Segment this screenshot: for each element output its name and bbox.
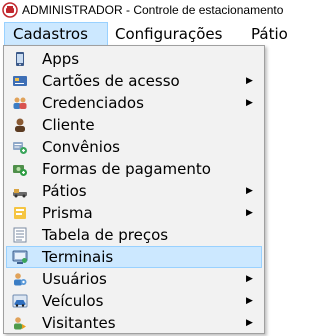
menu-item-apps[interactable]: Apps [6,48,262,70]
terminal-icon [12,250,28,264]
agreement-icon [13,142,27,154]
submenu-arrow-icon: ▶ [246,98,253,108]
access-card-icon [13,76,27,86]
menu-item-label: Convênios [42,138,120,156]
menu-item-tabela-de-precos[interactable]: Tabela de preços [6,224,262,246]
users-icon [14,273,27,286]
users-group-icon [13,97,27,109]
submenu-arrow-icon: ▶ [246,76,253,86]
price-table-icon [13,227,27,243]
app-logo-icon [2,2,18,18]
car-icon [12,294,28,308]
menu-item-formas-de-pagamento[interactable]: Formas de pagamento [6,158,262,180]
menu-item-veiculos[interactable]: Veículos ▶ [6,290,262,312]
menu-item-cliente[interactable]: Cliente [6,114,262,136]
menu-item-label: Credenciados [42,94,144,112]
menu-item-label: Terminais [42,248,114,266]
menu-bar: Cadastros Configurações Pátio [0,22,296,46]
submenu-arrow-icon: ▶ [246,274,253,284]
submenu-arrow-icon: ▶ [246,318,253,328]
menu-item-usuarios[interactable]: Usuários ▶ [6,268,262,290]
payment-icon [13,165,27,176]
menu-item-patios[interactable]: Pátios ▶ [6,180,262,202]
menu-item-label: Cartões de acesso [42,72,180,90]
menu-item-label: Cliente [42,116,95,134]
submenu-arrow-icon: ▶ [246,296,253,306]
mobile-phone-icon [16,52,24,66]
menu-item-label: Veículos [42,292,104,310]
prism-icon [14,207,26,219]
menu-item-terminais[interactable]: Terminais [6,246,262,268]
visitor-icon [14,317,26,330]
menu-item-label: Tabela de preços [42,226,169,244]
menu-item-label: Formas de pagamento [42,160,211,178]
menu-item-label: Apps [42,50,80,68]
cadastros-dropdown: Apps Cartões de acesso ▶ Credenciados ▶ … [3,45,265,334]
submenu-arrow-icon: ▶ [246,208,253,218]
title-bar: ADMINISTRADOR - Controle de estacionamen… [0,0,296,22]
menu-item-label: Visitantes [42,314,116,332]
menu-item-label: Pátios [42,182,87,200]
menu-item-prisma[interactable]: Prisma ▶ [6,202,262,224]
menu-item-label: Prisma [42,204,93,222]
menu-item-label: Usuários [42,270,107,288]
window-title: ADMINISTRADOR - Controle de estacionamen… [22,3,284,17]
submenu-arrow-icon: ▶ [246,186,253,196]
parking-lot-icon [13,189,27,198]
menu-item-cartoes-de-acesso[interactable]: Cartões de acesso ▶ [6,70,262,92]
person-icon [15,118,25,132]
menu-item-credenciados[interactable]: Credenciados ▶ [6,92,262,114]
menu-cadastros[interactable]: Cadastros [4,22,108,46]
menu-item-convenios[interactable]: Convênios [6,136,262,158]
menu-configuracoes[interactable]: Configurações [115,22,222,46]
menu-item-visitantes[interactable]: Visitantes ▶ [6,312,262,334]
menu-patio[interactable]: Pátio [251,22,288,46]
